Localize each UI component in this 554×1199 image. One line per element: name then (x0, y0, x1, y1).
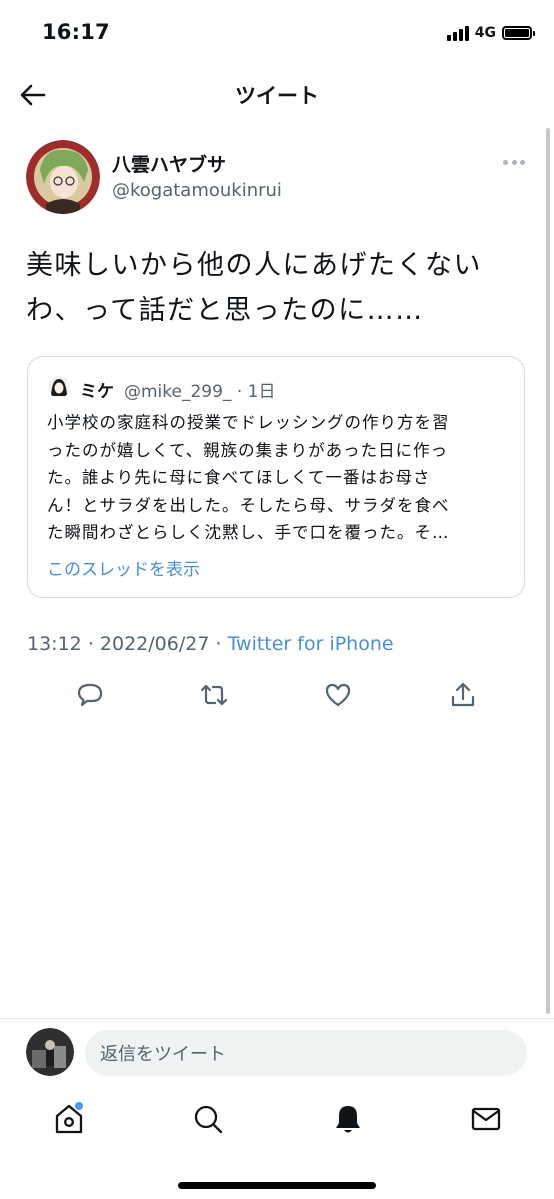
like-button[interactable] (323, 680, 353, 710)
more-dot (511, 159, 517, 165)
quote-author-handle: @mike_299_ · 1日 (124, 382, 276, 402)
page-title: ツイート (235, 84, 319, 108)
quote-author-name: ミケ (80, 382, 114, 402)
author-avatar[interactable] (26, 140, 100, 214)
tweet-meta: 13:12 · 2022/06/27 · Twitter for iPhone (27, 633, 394, 655)
tweet-time[interactable]: 13:12 (27, 633, 82, 655)
quote-author-avatar (48, 376, 70, 398)
more-dot (503, 159, 508, 165)
tweet-text-line: わ、って話だと思ったのに…… (26, 295, 424, 326)
tweet-date[interactable]: 2022/06/27 (100, 633, 210, 655)
arrow-left-icon (20, 84, 46, 106)
tweet-source-link[interactable]: Twitter for iPhone (228, 633, 394, 655)
quote-text-line: ったのが嬉しくて、親族の集まりがあった日に作っ (47, 440, 449, 460)
author-handle[interactable]: @kogatamoukinrui (112, 180, 282, 201)
quote-text: 小学校の家庭科の授業でドレッシングの作り方を習 ったのが嬉しくて、親族の集まりが… (47, 409, 509, 547)
battery-icon (502, 26, 535, 40)
reply-placeholder: 返信をツイート (100, 1044, 226, 1065)
tweet-text-line: 美味しいから他の人にあげたくない (26, 250, 482, 281)
quote-text-line: ん！とサラダを出した。そしたら母、サラダを食べ (47, 495, 450, 515)
quote-text-line: た瞬間わざとらしく沈黙し、手で口を覆った。そ… (47, 523, 450, 542)
nav-search[interactable] (191, 1102, 225, 1136)
signal-icon (446, 25, 469, 41)
status-indicators: 4G (446, 22, 535, 44)
more-options-button[interactable] (503, 157, 525, 167)
meta-separator: · (87, 633, 94, 655)
search-icon (194, 1105, 223, 1134)
author-name[interactable]: 八雲ハヤブサ (112, 150, 226, 177)
share-button[interactable] (448, 680, 478, 710)
retweet-icon (200, 684, 228, 706)
mail-icon (471, 1107, 501, 1131)
notification-dot (75, 1102, 83, 1110)
quote-tweet-card[interactable]: ミケ @mike_299_ · 1日 小学校の家庭科の授業でドレッシングの作り方… (27, 356, 525, 598)
status-time: 16:17 (42, 20, 110, 44)
nav-notifications[interactable] (331, 1102, 365, 1136)
more-dot (520, 159, 525, 165)
reply-input[interactable]: 返信をツイート (85, 1030, 527, 1076)
reply-icon (77, 683, 103, 707)
quote-text-line: た。誰より先に母に食べてほしくて一番はお母さ (47, 468, 431, 487)
quote-text-line: 小学校の家庭科の授業でドレッシングの作り方を習 (47, 413, 450, 432)
heart-icon (325, 683, 351, 707)
retweet-button[interactable] (199, 680, 229, 710)
reply-button[interactable] (75, 680, 105, 710)
share-icon (451, 682, 475, 707)
tweet-text: 美味しいから他の人にあげたくない わ、って話だと思ったのに…… (26, 243, 506, 333)
back-button[interactable] (18, 80, 48, 110)
scrollbar[interactable] (546, 128, 550, 1014)
home-indicator[interactable] (178, 1182, 376, 1189)
nav-messages[interactable] (469, 1102, 503, 1136)
meta-separator: · (215, 633, 222, 655)
divider (0, 1018, 554, 1019)
show-thread-link[interactable]: このスレッドを表示 (47, 555, 200, 580)
network-type: 4G (474, 25, 496, 41)
bell-icon (336, 1106, 360, 1133)
user-avatar[interactable] (26, 1028, 74, 1076)
